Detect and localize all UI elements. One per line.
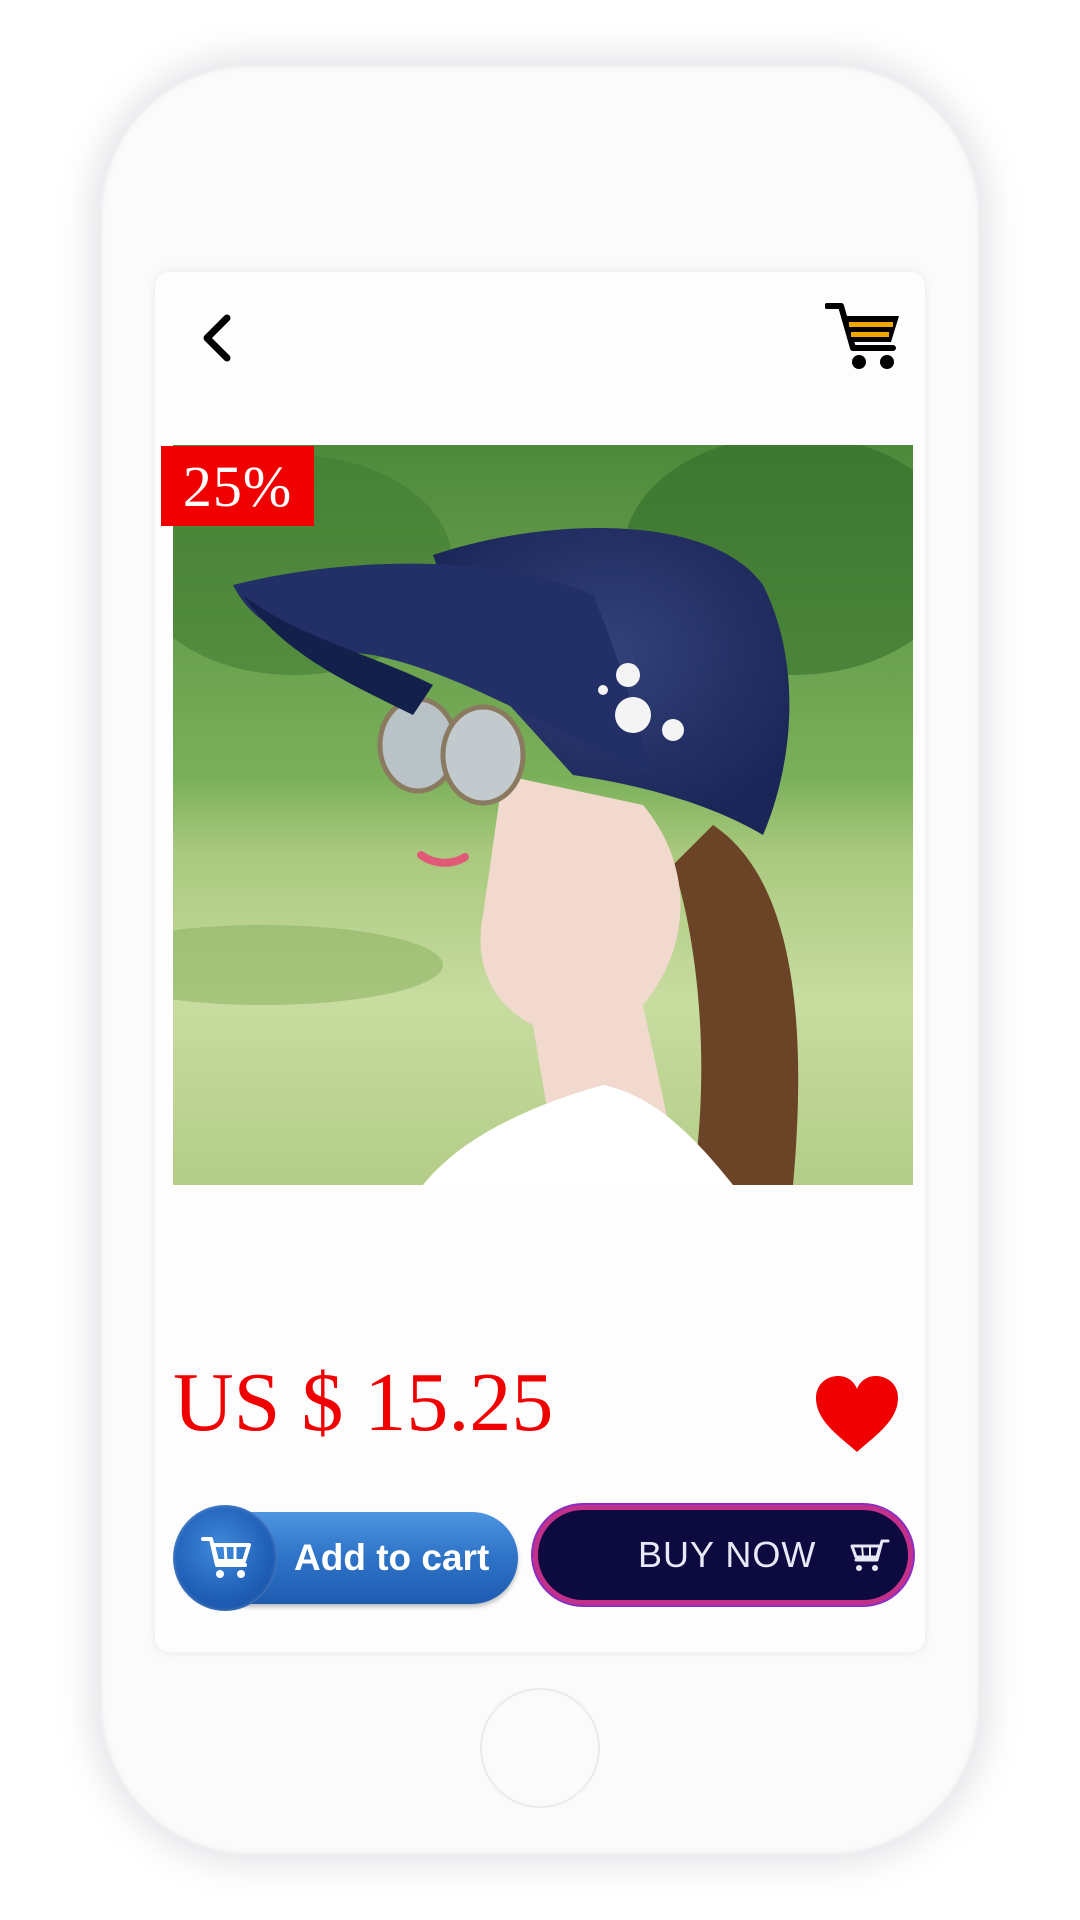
shopping-cart-icon[interactable]: [824, 300, 903, 372]
add-to-cart-button[interactable]: Add to cart: [173, 1505, 518, 1611]
add-to-cart-label: Add to cart: [294, 1537, 490, 1578]
buy-now-label: BUY NOW: [638, 1534, 817, 1575]
heart-icon[interactable]: [812, 1372, 902, 1456]
product-image: [173, 445, 913, 1185]
back-icon[interactable]: [197, 310, 237, 366]
add-to-cart-circle: [173, 1505, 277, 1611]
product-price: US $ 15.25: [173, 1356, 554, 1449]
cart-icon: [201, 1537, 251, 1578]
discount-badge: 25%: [161, 446, 314, 526]
home-button[interactable]: [480, 1688, 600, 1808]
cart-icon: [850, 1539, 890, 1571]
buy-now-button[interactable]: BUY NOW: [533, 1505, 913, 1605]
